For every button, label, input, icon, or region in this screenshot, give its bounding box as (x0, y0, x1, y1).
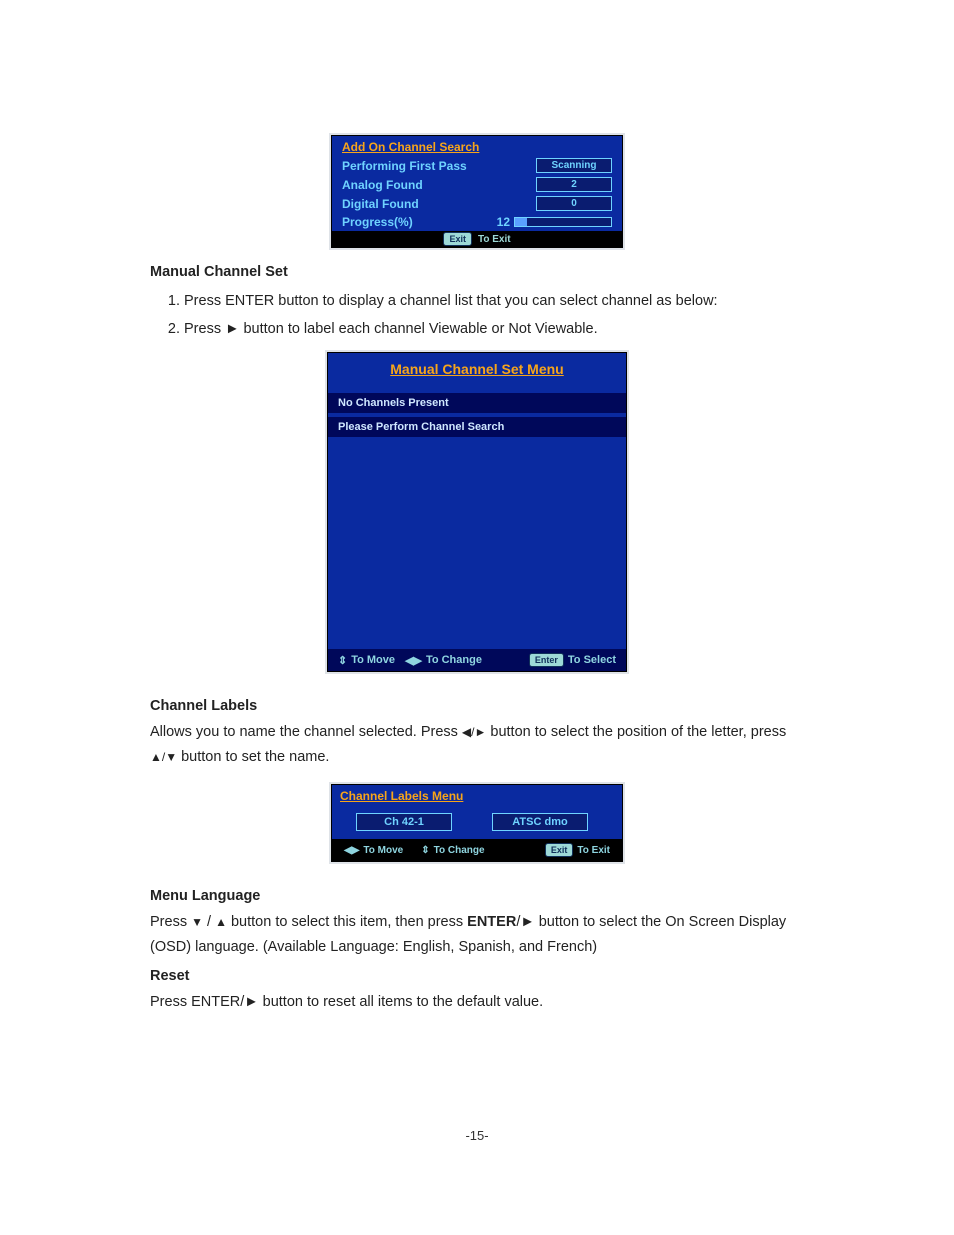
add-on-channel-search-panel: Add On Channel Search Performing First P… (331, 135, 623, 248)
digital-found-value: 0 (536, 196, 612, 211)
leftright-icon: ◀▶ (405, 654, 422, 667)
channel-labels-desc-line1: Allows you to name the channel selected.… (150, 720, 804, 745)
channel-id-field: Ch 42-1 (356, 813, 452, 831)
up-down-glyph: ▲/▼ (150, 747, 177, 768)
channel-name-field: ATSC dmo (492, 813, 588, 831)
exit-hint: To Exit (478, 234, 511, 245)
progress-bar (514, 217, 612, 227)
channel-labels-heading: Channel Labels (150, 694, 804, 719)
channel-labels-menu-panel: Channel Labels Menu Ch 42-1 ATSC dmo ◀▶ … (331, 784, 623, 862)
manual-channel-set-menu-panel: Manual Channel Set Menu No Channels Pres… (327, 352, 627, 672)
panel-title: Channel Labels Menu (332, 785, 622, 805)
updown-icon: ⇕ (338, 654, 347, 667)
panel-title: Add On Channel Search (332, 136, 622, 156)
reset-heading: Reset (150, 964, 804, 989)
step-1: Press ENTER button to display a channel … (184, 289, 804, 314)
analog-found-value: 2 (536, 177, 612, 192)
to-exit-hint: To Exit (577, 845, 610, 856)
menu-language-heading: Menu Language (150, 884, 804, 909)
to-move-hint: To Move (351, 654, 395, 666)
analog-found-label: Analog Found (342, 178, 482, 192)
to-change-hint: To Change (426, 654, 482, 666)
progress-label: Progress(%) (342, 215, 482, 229)
channel-labels-desc-line2: ▲/▼ button to set the name. (150, 745, 804, 770)
up-glyph: ▲ (215, 912, 227, 933)
to-move-hint: To Move (363, 845, 403, 856)
exit-button-icon: Exit (545, 843, 574, 857)
step-2: Press ► button to label each channel Vie… (184, 317, 804, 342)
first-pass-status: Scanning (536, 158, 612, 173)
leftright-icon: ◀▶ (344, 845, 359, 856)
page-number: -15- (0, 1128, 954, 1143)
digital-found-label: Digital Found (342, 197, 482, 211)
progress-value: 12 (482, 215, 514, 229)
to-change-hint: To Change (434, 845, 485, 856)
left-right-glyph: ◀/► (462, 722, 486, 743)
to-select-hint: To Select (568, 654, 616, 666)
down-glyph: ▼ (191, 912, 203, 933)
manual-channel-set-heading: Manual Channel Set (150, 260, 804, 285)
first-pass-label: Performing First Pass (342, 159, 482, 173)
updown-icon: ⇕ (421, 845, 429, 856)
exit-button-icon: Exit (443, 232, 472, 246)
perform-search-msg: Please Perform Channel Search (328, 417, 626, 437)
menu-language-desc: Press ▼ / ▲ button to select this item, … (150, 910, 804, 961)
enter-button-icon: Enter (529, 653, 564, 667)
no-channels-msg: No Channels Present (328, 393, 626, 413)
reset-desc: Press ENTER/► button to reset all items … (150, 990, 804, 1015)
panel-title: Manual Channel Set Menu (328, 353, 626, 389)
